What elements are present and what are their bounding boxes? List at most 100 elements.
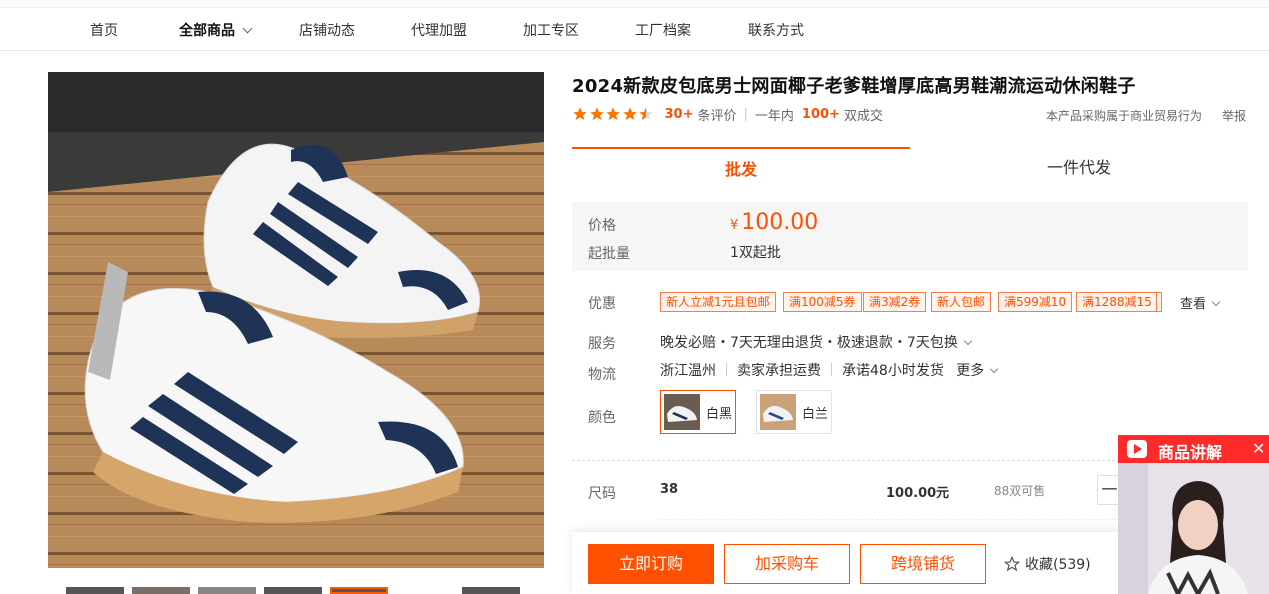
thumbnail[interactable]: [132, 587, 190, 594]
action-bar: 立即订购 加采购车 跨境铺货 收藏(539): [572, 532, 1120, 594]
thumbnail-strip: [48, 585, 544, 594]
rating-row: 30+ 条评价 | 一年内 100+ 双成交: [572, 104, 883, 124]
star-half-icon: [639, 107, 653, 120]
play-icon: [1127, 440, 1147, 458]
sneaker-thumb: [760, 394, 796, 430]
coupon-tag[interactable]: 满599减10: [998, 292, 1073, 312]
presenter-video: [1118, 463, 1269, 594]
rating-stars: [572, 106, 655, 122]
nav-home[interactable]: 首页: [90, 20, 118, 40]
size-price: 100.00元: [886, 486, 950, 501]
price-box: 价格 ¥100.00 起批量 1双起批: [572, 202, 1248, 271]
chevron-down-icon: [1211, 297, 1221, 307]
nav-all-products-label: 全部商品: [179, 23, 235, 39]
price-amount: 100.00: [741, 210, 819, 235]
close-icon[interactable]: ✕: [1252, 439, 1265, 458]
trade-note: 本产品采购属于商业贸易行为: [1046, 109, 1203, 123]
thumbnail[interactable]: [264, 587, 322, 594]
coupon-tag[interactable]: 新人包邮: [931, 292, 992, 312]
thumbnail[interactable]: [66, 587, 124, 594]
size-stock: 88双可售: [994, 484, 1046, 498]
store-nav: 首页 全部商品 店铺动态 代理加盟 加工专区 工厂档案 联系方式: [0, 8, 1269, 51]
logistics-label: 物流: [588, 367, 616, 383]
buy-now-button[interactable]: 立即订购: [588, 544, 714, 584]
sneaker-thumb: [664, 394, 700, 430]
section-divider: [572, 460, 1120, 461]
service-label: 服务: [588, 336, 616, 352]
row-divider: [660, 519, 1120, 520]
service-dropdown[interactable]: 晚发必赔・7天无理由退货・极速退款・7天包换: [660, 332, 973, 352]
live-header: 商品讲解 ✕: [1118, 435, 1269, 463]
nav-shop-news[interactable]: 店铺动态: [299, 20, 355, 40]
coupon-tag[interactable]: 新人立减1元且包邮: [660, 292, 776, 312]
price-value: ¥100.00: [730, 210, 818, 235]
price-label: 价格: [588, 218, 616, 234]
star-full-icon: [589, 107, 604, 120]
live-video[interactable]: [1118, 463, 1269, 594]
period-label: 一年内: [754, 108, 794, 124]
nav-factory[interactable]: 工厂档案: [635, 20, 691, 40]
favorite-button[interactable]: 收藏(539): [1004, 554, 1091, 574]
origin: 浙江温州: [660, 363, 716, 379]
ship-promise: 承诺48小时发货: [842, 363, 944, 379]
color-label: 颜色: [588, 410, 616, 426]
currency-symbol: ¥: [730, 218, 739, 233]
coupon-tag[interactable]: 满1288减15: [1076, 292, 1158, 312]
add-to-cart-button[interactable]: 加采购车: [724, 544, 850, 584]
size-label: 尺码: [588, 486, 616, 502]
moq-label: 起批量: [588, 246, 630, 262]
deals-count: 100+: [801, 106, 840, 122]
divider: [831, 363, 832, 376]
color-option-selected[interactable]: 白黑: [660, 390, 736, 434]
coupon-tag-overflow: [1156, 292, 1162, 312]
deals-label: 双成交: [843, 108, 883, 124]
top-strip: [0, 0, 1269, 8]
nav-agency[interactable]: 代理加盟: [411, 20, 467, 40]
star-full-icon: [573, 107, 587, 120]
tab-dropship[interactable]: 一件代发: [910, 147, 1248, 189]
color-option-label: 白黑: [706, 406, 733, 422]
view-coupons-button[interactable]: 查看: [1180, 293, 1221, 312]
logistics-more-button[interactable]: 更多: [956, 363, 999, 379]
cross-border-button[interactable]: 跨境铺货: [860, 544, 986, 584]
chevron-down-icon: [963, 336, 973, 346]
coupon-tag[interactable]: 满100减5券: [783, 292, 862, 312]
size-value: 38: [660, 482, 679, 497]
logistics-more-label: 更多: [956, 363, 985, 379]
color-option[interactable]: 白兰: [756, 390, 832, 434]
purchase-mode-tabs: 批发 一件代发: [572, 147, 1248, 189]
tab-wholesale[interactable]: 批发: [572, 147, 910, 189]
star-full-icon: [606, 107, 620, 120]
nav-all-products[interactable]: 全部商品: [179, 20, 253, 40]
promo-label: 优惠: [588, 296, 616, 312]
color-thumbnail: [760, 394, 796, 430]
service-text: 晚发必赔・7天无理由退货・极速退款・7天包换: [660, 335, 958, 351]
thumbnail[interactable]: [462, 587, 520, 594]
divider: |: [743, 106, 748, 122]
live-explain-widget[interactable]: 商品讲解 ✕: [1118, 435, 1269, 594]
moq-value: 1双起批: [730, 245, 781, 261]
coupon-tag[interactable]: 满3减2券: [863, 292, 927, 312]
chevron-down-icon: [242, 23, 253, 34]
product-main-image[interactable]: [48, 72, 544, 568]
color-thumbnail: [664, 394, 700, 430]
reviews-label: 条评价: [697, 108, 737, 124]
thumbnail-selected[interactable]: [330, 587, 388, 594]
sneaker-photo: [48, 72, 544, 568]
color-option-label: 白兰: [802, 406, 829, 422]
chevron-down-icon: [990, 364, 999, 374]
divider: [726, 363, 727, 376]
freight: 卖家承担运费: [737, 363, 821, 379]
live-title: 商品讲解: [1158, 443, 1223, 462]
nav-processing[interactable]: 加工专区: [523, 20, 579, 40]
thumbnail[interactable]: [198, 587, 256, 594]
reviews-count[interactable]: 30+: [665, 107, 694, 122]
favorite-label: 收藏(539): [1025, 557, 1091, 573]
star-full-icon: [622, 107, 637, 120]
logistics-row: 浙江温州 卖家承担运费 承诺48小时发货 更多: [660, 360, 999, 380]
nav-contact[interactable]: 联系方式: [748, 20, 804, 40]
view-coupons-label: 查看: [1180, 297, 1207, 312]
product-title: 2024新款皮包底男士网面椰子老爹鞋增厚底高男鞋潮流运动休闲鞋子: [572, 76, 1136, 97]
star-outline-icon: [1004, 556, 1020, 572]
report-link[interactable]: 举报: [1222, 107, 1246, 124]
